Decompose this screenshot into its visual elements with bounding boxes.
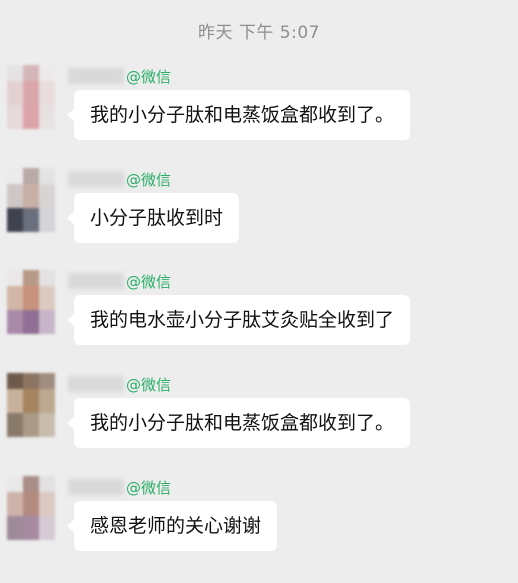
sender-name-blurred	[68, 376, 124, 392]
avatar-pixel	[7, 476, 23, 492]
avatar-pixel	[39, 373, 55, 389]
message-bubble[interactable]: 我的小分子肽和电蒸饭盒都收到了。	[66, 90, 411, 140]
wechat-source-tag: @微信	[126, 478, 172, 497]
avatar[interactable]	[7, 65, 55, 129]
avatar-pixel	[23, 286, 39, 310]
avatar-pixel	[39, 476, 55, 492]
avatar-pixel	[39, 310, 55, 334]
sender-name-row: @微信	[68, 168, 171, 190]
avatar-pixel	[23, 168, 39, 184]
avatar-pixel	[39, 65, 55, 81]
avatar-pixel	[7, 413, 23, 437]
avatar-pixel	[7, 286, 23, 310]
avatar-pixel	[23, 270, 39, 286]
sender-name-blurred	[68, 171, 124, 187]
avatar-pixel	[39, 286, 55, 310]
avatar-pixel	[7, 105, 23, 129]
avatar[interactable]	[7, 476, 55, 540]
wechat-source-tag: @微信	[126, 272, 172, 291]
avatar-pixel	[39, 81, 55, 105]
sender-name-row: @微信	[68, 270, 171, 292]
sender-name-row: @微信	[68, 476, 171, 498]
avatar-pixel	[23, 105, 39, 129]
chat-timestamp: 昨天 下午 5:07	[198, 23, 320, 43]
avatar-pixel	[7, 184, 23, 208]
avatar-pixel	[23, 516, 39, 540]
message-bubble[interactable]: 小分子肽收到时	[66, 193, 240, 243]
avatar-pixel	[23, 389, 39, 413]
avatar-pixel	[39, 208, 55, 232]
avatar-pixel	[23, 184, 39, 208]
avatar-pixel	[39, 389, 55, 413]
avatar-pixel	[23, 310, 39, 334]
avatar-pixel	[7, 389, 23, 413]
avatar-pixel	[7, 373, 23, 389]
sender-name-blurred	[68, 273, 124, 289]
avatar-pixel	[23, 492, 39, 516]
avatar-pixel	[7, 65, 23, 81]
avatar-pixel	[7, 310, 23, 334]
sender-name-row: @微信	[68, 65, 171, 87]
avatar-pixel	[39, 516, 55, 540]
avatar[interactable]	[7, 373, 55, 437]
avatar-pixel	[39, 184, 55, 208]
avatar-pixel	[39, 168, 55, 184]
sender-name-row: @微信	[68, 373, 171, 395]
wechat-source-tag: @微信	[126, 67, 172, 86]
avatar-pixel	[23, 476, 39, 492]
avatar-pixel	[39, 492, 55, 516]
message-bubble[interactable]: 感恩老师的关心谢谢	[66, 501, 278, 551]
sender-name-blurred	[68, 68, 124, 84]
sender-name-blurred	[68, 479, 124, 495]
avatar-pixel	[7, 516, 23, 540]
avatar-pixel	[7, 208, 23, 232]
avatar-pixel	[7, 81, 23, 105]
avatar-pixel	[23, 208, 39, 232]
wechat-source-tag: @微信	[126, 170, 172, 189]
avatar-pixel	[7, 168, 23, 184]
wechat-source-tag: @微信	[126, 375, 172, 394]
avatar-pixel	[39, 270, 55, 286]
avatar-pixel	[7, 270, 23, 286]
avatar-pixel	[23, 413, 39, 437]
avatar-pixel	[23, 65, 39, 81]
message-bubble[interactable]: 我的小分子肽和电蒸饭盒都收到了。	[66, 398, 411, 448]
avatar-pixel	[39, 105, 55, 129]
avatar-pixel	[23, 81, 39, 105]
avatar-pixel	[7, 492, 23, 516]
avatar[interactable]	[7, 270, 55, 334]
avatar-pixel	[23, 373, 39, 389]
avatar-pixel	[39, 413, 55, 437]
message-bubble[interactable]: 我的电水壶小分子肽艾灸贴全收到了	[66, 295, 411, 345]
avatar[interactable]	[7, 168, 55, 232]
